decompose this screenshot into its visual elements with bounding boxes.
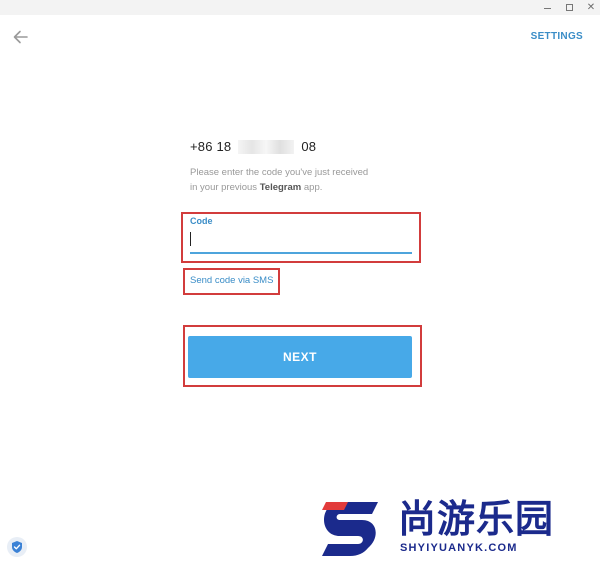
watermark-s-icon <box>322 502 378 556</box>
phone-prefix: +86 18 <box>190 139 232 154</box>
phone-blur-mask <box>238 140 294 154</box>
code-input[interactable] <box>190 230 412 254</box>
maximize-icon <box>565 4 573 11</box>
hint-line-2: in your previous Telegram app. <box>190 180 410 195</box>
window-controls: ✕ <box>542 0 596 15</box>
watermark-logo: 尚游乐园 SHYIYUANYK.COM <box>318 496 598 560</box>
send-code-via-sms-link[interactable]: Send code via SMS <box>190 275 273 286</box>
close-button[interactable]: ✕ <box>586 2 596 14</box>
arrow-left-icon <box>13 30 28 44</box>
telegram-login-window: ✕ SETTINGS +86 18 08 Please enter the cod… <box>0 0 600 563</box>
hint-line-2-pre: in your previous <box>190 182 260 193</box>
hint-line-2-post: app. <box>301 182 323 193</box>
text-caret <box>190 232 191 246</box>
minimize-icon <box>543 8 551 9</box>
hint-line-1: Please enter the code you've just receiv… <box>190 167 369 178</box>
back-button[interactable] <box>10 27 32 47</box>
minimize-button[interactable] <box>542 2 552 14</box>
settings-link[interactable]: SETTINGS <box>531 31 583 42</box>
next-button[interactable]: NEXT <box>188 336 412 378</box>
security-badge[interactable] <box>7 537 27 557</box>
phone-suffix: 08 <box>301 139 317 154</box>
watermark-url: SHYIYUANYK.COM <box>400 542 518 554</box>
watermark-text: 尚游乐园 <box>398 497 555 541</box>
shield-check-icon <box>12 541 22 553</box>
code-hint: Please enter the code you've just receiv… <box>190 165 410 195</box>
maximize-button[interactable] <box>564 2 574 14</box>
code-field-label: Code <box>190 216 213 226</box>
hint-app-name: Telegram <box>259 182 302 193</box>
title-bar: ✕ <box>0 0 600 15</box>
